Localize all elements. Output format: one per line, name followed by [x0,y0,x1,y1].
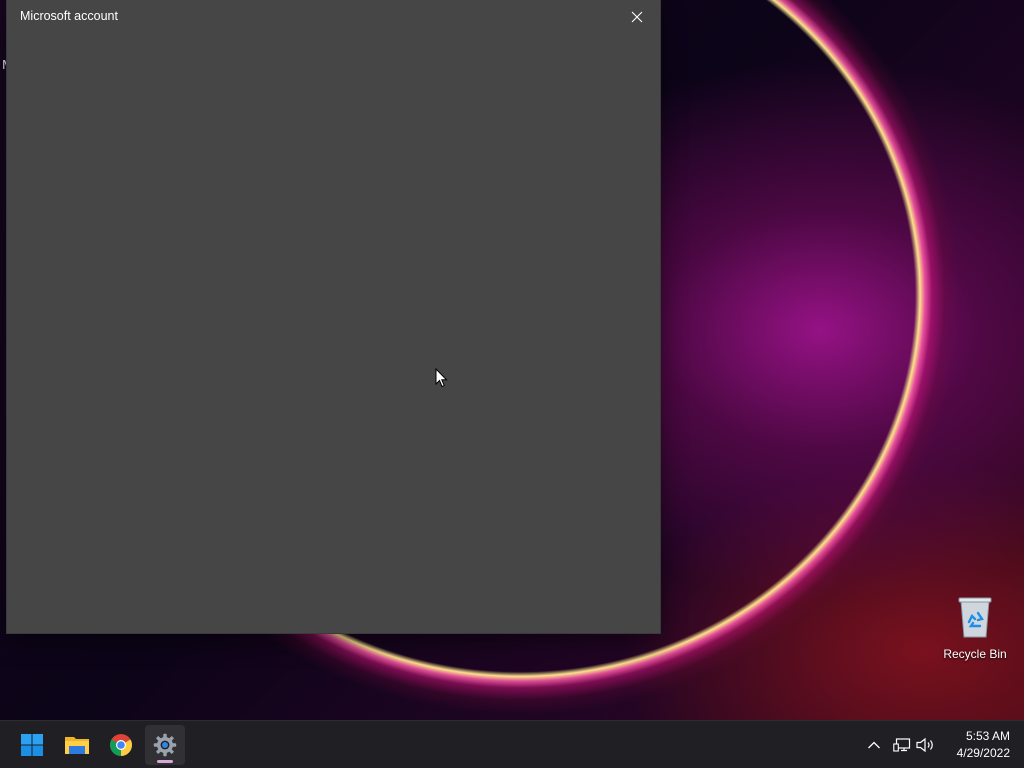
active-app-indicator [157,760,173,763]
network-button[interactable] [890,733,914,757]
desktop-icon-recycle-bin[interactable]: Recycle Bin [940,595,1010,665]
settings-gear-icon [153,733,177,757]
recycle-bin-icon [958,597,992,638]
taskbar: 5:53 AM 4/29/2022 [0,720,1024,768]
file-explorer-icon [65,737,89,754]
window-title: Microsoft account [20,9,118,23]
volume-icon [916,737,933,753]
taskbar-chrome-button[interactable] [101,725,141,765]
window-content-area [7,33,660,633]
taskbar-clock[interactable]: 5:53 AM 4/29/2022 [957,728,1010,762]
mouse-pointer-icon [435,368,448,388]
show-hidden-icons-button[interactable] [862,733,886,757]
clock-date: 4/29/2022 [956,746,1010,760]
network-icon [893,738,911,752]
close-button[interactable] [614,0,660,33]
clock-time: 5:53 AM [965,729,1010,743]
chrome-icon [110,734,132,756]
start-button[interactable] [12,725,52,765]
volume-button[interactable] [914,733,938,757]
windows-start-icon [21,734,43,756]
taskbar-file-explorer-button[interactable] [57,725,97,765]
chevron-up-icon [868,741,880,749]
recycle-bin-label: Recycle Bin [943,647,1007,661]
microsoft-account-window[interactable]: Microsoft account [7,0,660,633]
close-icon [631,11,643,22]
window-titlebar[interactable]: Microsoft account [7,0,660,33]
taskbar-settings-button[interactable] [145,725,185,765]
